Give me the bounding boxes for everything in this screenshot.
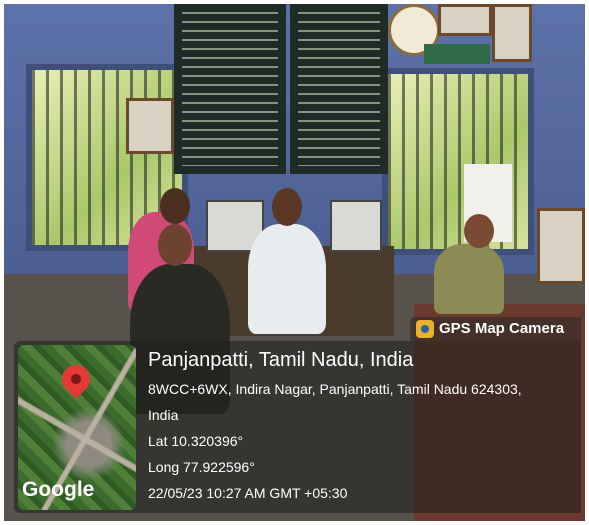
notice-board-right [290, 4, 388, 174]
notice-board-left [174, 4, 286, 174]
printer-right [330, 200, 382, 252]
map-thumbnail: Google [18, 345, 136, 510]
address-line-2: India [148, 407, 179, 423]
location-title: Panjanpatti, Tamil Nadu, India [148, 349, 414, 371]
gps-map-camera-badge: GPS Map Camera [410, 317, 581, 341]
wall-frame [438, 4, 492, 36]
latitude: Lat 10.320396° [148, 433, 244, 449]
google-logo: Google [22, 478, 95, 501]
camera-pin-icon [416, 320, 434, 338]
person-woman-right [434, 244, 504, 314]
longitude: Long 77.922596° [148, 459, 255, 475]
person-man [248, 224, 326, 334]
address-line-1: 8WCC+6WX, Indira Nagar, Panjanpatti, Tam… [148, 381, 522, 397]
portrait-frame-right [537, 208, 585, 284]
location-pin-icon [56, 359, 96, 399]
poster-frame [126, 98, 174, 154]
gps-badge-label: GPS Map Camera [439, 320, 565, 337]
portrait-frame [492, 4, 532, 62]
greeting-sign [424, 44, 490, 64]
datetime-stamp: 22/05/23 10:27 AM GMT +05:30 [148, 485, 348, 501]
